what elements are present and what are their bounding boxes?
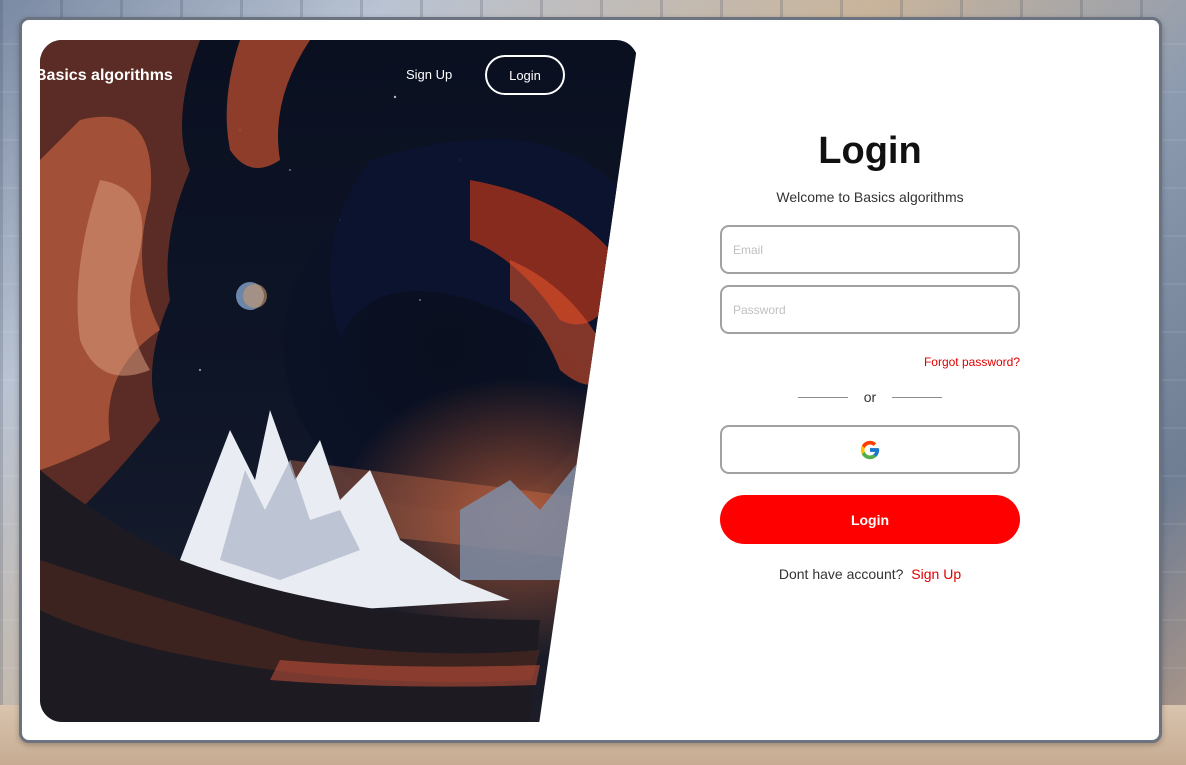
login-form: Login Welcome to Basics algorithms Forgo… xyxy=(720,130,1020,582)
login-button[interactable]: Login xyxy=(720,495,1020,544)
welcome-subtitle: Welcome to Basics algorithms xyxy=(776,189,964,205)
google-signin-button[interactable] xyxy=(720,425,1020,474)
divider-line-left xyxy=(797,396,848,398)
google-icon xyxy=(860,440,880,459)
signup-link[interactable]: Sign Up xyxy=(911,566,961,582)
or-divider: or xyxy=(720,389,1020,405)
nav-signup-link[interactable]: Sign Up xyxy=(406,67,452,82)
email-input[interactable] xyxy=(720,225,1020,274)
signup-prompt-text: Dont have account? xyxy=(778,566,904,582)
nav-login-button[interactable]: Login xyxy=(485,55,565,95)
divider-label: or xyxy=(863,389,877,405)
signup-prompt: Dont have account? Sign Up xyxy=(720,566,1020,582)
password-input[interactable] xyxy=(720,285,1020,334)
forgot-password-link[interactable]: Forgot password? xyxy=(720,355,1020,369)
page-title: Login xyxy=(818,130,922,172)
divider-line-right xyxy=(892,396,943,398)
brand-logo[interactable]: Basics algorithms xyxy=(35,67,173,85)
